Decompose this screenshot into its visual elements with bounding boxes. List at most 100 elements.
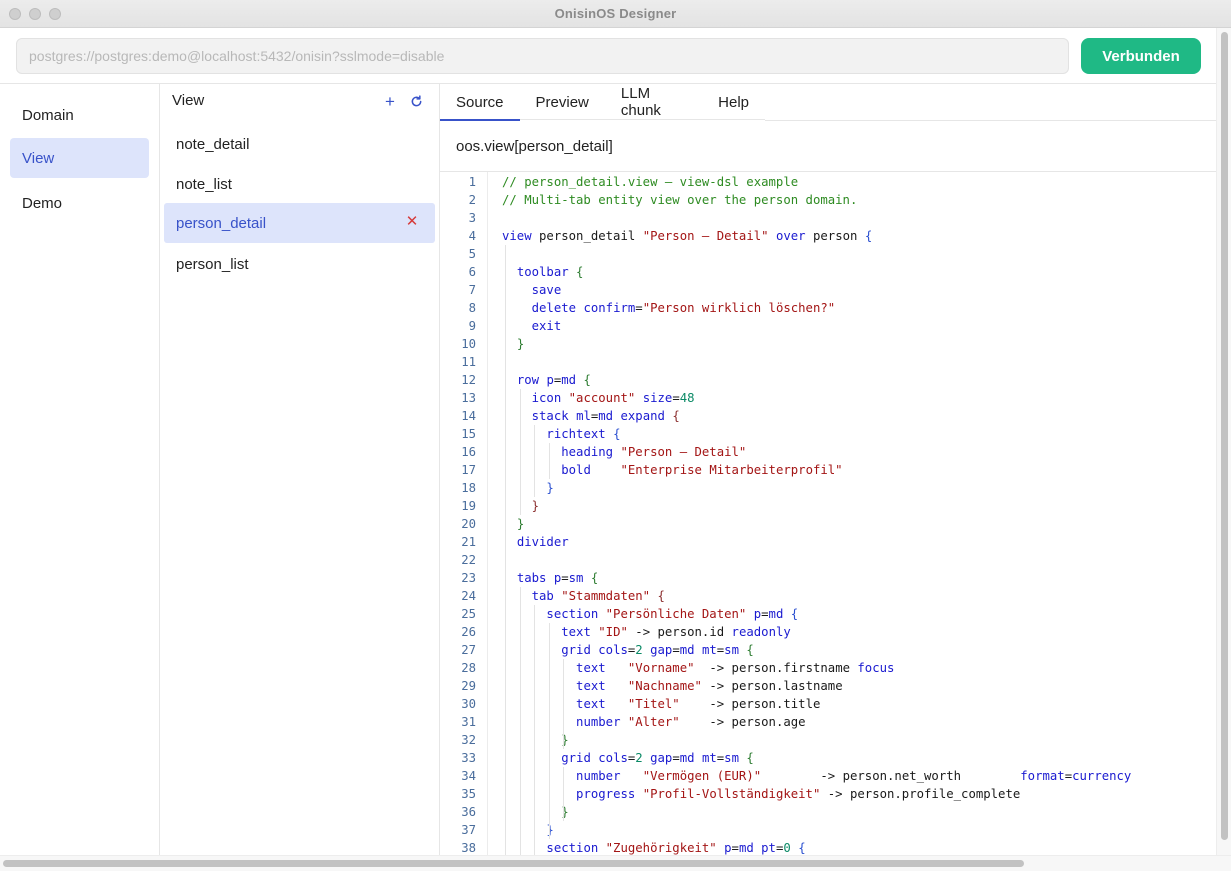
code-token: }: [546, 823, 554, 837]
code-text: text "Vorname" -> person.firstname focus: [502, 659, 894, 677]
code-text: icon "account" size=48: [502, 389, 695, 407]
code-line: 19 }: [440, 497, 1216, 515]
code-token: // Multi-tab entity view over the person…: [502, 193, 858, 207]
code-line: 29 text "Nachname" -> person.lastname: [440, 677, 1216, 695]
code-text: exit: [502, 317, 562, 335]
list-item-label: note_list: [176, 175, 232, 193]
code-token: "Titel": [627, 697, 680, 711]
indent-guide: [534, 425, 536, 497]
code-editor[interactable]: 1 // person_detail.view — view-dsl exampl…: [440, 172, 1216, 855]
code-token: icon: [531, 391, 562, 405]
code-token: "account": [568, 391, 636, 405]
list-item[interactable]: note_detail: [164, 124, 435, 164]
code-token: ml: [576, 409, 591, 423]
code-token: text: [576, 661, 606, 675]
list-item-label: person_detail: [176, 214, 267, 232]
code-token: 2: [635, 751, 643, 765]
code-line: 13 icon "account" size=48: [440, 389, 1216, 407]
list-item[interactable]: person_list: [164, 244, 435, 284]
line-number: 20: [461, 517, 476, 531]
code-token: person: [805, 229, 865, 243]
code-text: number "Alter" -> person.age: [502, 713, 806, 731]
horizontal-scroll-thumb[interactable]: [3, 860, 1024, 867]
code-text: stack ml=md expand {: [502, 407, 680, 425]
vertical-scroll-thumb[interactable]: [1221, 32, 1228, 840]
close-icon[interactable]: ✕: [405, 214, 419, 229]
code-token: {: [746, 643, 754, 657]
connect-button[interactable]: Verbunden: [1081, 38, 1201, 74]
code-token: md: [598, 409, 614, 423]
code-line: 15 richtext {: [440, 425, 1216, 443]
code-token: sm: [568, 571, 584, 585]
code-token: {: [864, 229, 873, 243]
code-token: "ID": [598, 625, 628, 639]
code-token: gap: [650, 751, 673, 765]
code-token: "Enterprise Mitarbeiterprofil": [620, 463, 843, 477]
tab-llm-chunk[interactable]: LLM chunk: [605, 84, 702, 120]
code-line: 17 bold "Enterprise Mitarbeiterprofil": [440, 461, 1216, 479]
close-window-button[interactable]: [9, 8, 21, 20]
tab-source[interactable]: Source: [440, 84, 520, 121]
window-controls: [9, 8, 61, 20]
code-token: "Profil-Vollständigkeit": [642, 787, 821, 801]
line-number: 21: [461, 535, 476, 549]
code-token: grid: [561, 751, 591, 765]
line-number: 17: [461, 463, 476, 477]
code-token: {: [798, 841, 806, 855]
plus-icon[interactable]: +: [381, 92, 399, 110]
list-item[interactable]: person_detail ✕: [164, 203, 435, 243]
tab-help[interactable]: Help: [702, 84, 765, 120]
line-number: 32: [461, 733, 476, 747]
code-token: {: [583, 373, 591, 387]
line-number: 4: [468, 229, 476, 243]
code-text: progress "Profil-Vollständigkeit" -> per…: [502, 785, 1020, 803]
code-text: }: [502, 821, 554, 839]
vertical-scrollbar[interactable]: [1216, 28, 1231, 855]
line-number: 38: [461, 841, 476, 855]
code-text: row p=md {: [502, 371, 591, 389]
code-text: // Multi-tab entity view over the person…: [502, 191, 857, 209]
code-token: mt: [701, 751, 717, 765]
tabs-divider: [765, 120, 1216, 121]
code-line: 20 }: [440, 515, 1216, 533]
horizontal-scrollbar[interactable]: [0, 855, 1231, 871]
sidebar-item-view[interactable]: View: [10, 138, 149, 178]
tab-preview[interactable]: Preview: [520, 84, 605, 120]
code-token: "Zugehörigkeit": [605, 841, 717, 855]
indent-guide: [548, 623, 550, 839]
code-token: format: [1020, 769, 1065, 783]
sidebar-item-domain[interactable]: Domain: [10, 95, 149, 135]
zoom-window-button[interactable]: [49, 8, 61, 20]
minimize-window-button[interactable]: [29, 8, 41, 20]
code-token: 2: [635, 643, 643, 657]
code-text: }: [502, 731, 568, 749]
code-token: size: [642, 391, 673, 405]
code-line: 10 }: [440, 335, 1216, 353]
list-item[interactable]: note_list: [164, 164, 435, 204]
code-text: delete confirm="Person wirklich löschen?…: [502, 299, 836, 317]
code-token: text: [576, 697, 606, 711]
code-token: =: [672, 643, 680, 657]
code-token: }: [516, 517, 525, 531]
code-text: section "Persönliche Daten" p=md {: [502, 605, 798, 623]
code-token: }: [516, 337, 525, 351]
code-token: {: [576, 265, 584, 279]
refresh-icon[interactable]: [407, 92, 425, 110]
sidebar-item-demo[interactable]: Demo: [10, 183, 149, 223]
connection-string-input[interactable]: [16, 38, 1069, 74]
